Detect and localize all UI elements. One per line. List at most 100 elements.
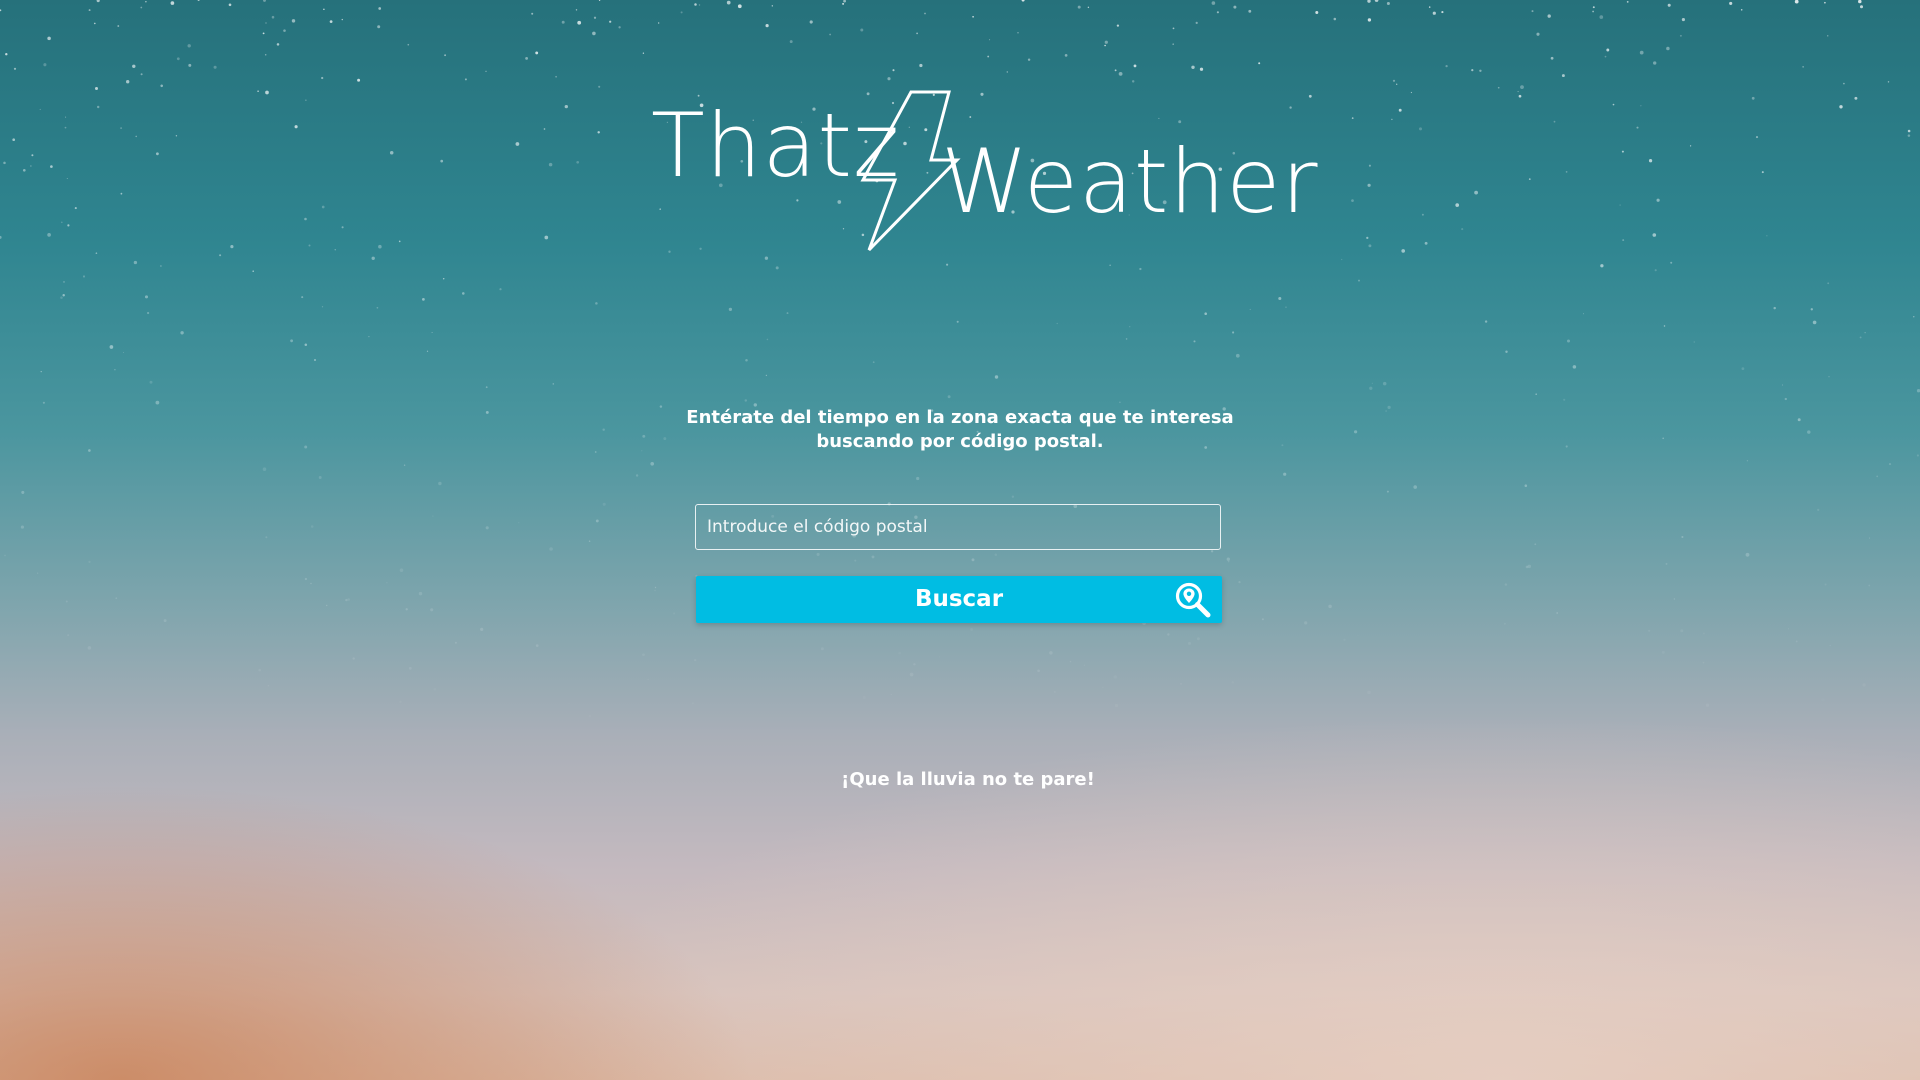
star bbox=[1116, 24, 1120, 27]
star bbox=[1527, 564, 1532, 569]
star bbox=[321, 76, 324, 80]
star bbox=[887, 77, 891, 81]
star bbox=[561, 20, 565, 24]
star bbox=[1011, 495, 1015, 498]
star bbox=[1308, 94, 1312, 98]
star bbox=[1745, 552, 1750, 557]
star bbox=[1916, 454, 1919, 457]
star bbox=[1862, 683, 1866, 687]
star bbox=[1386, 490, 1389, 493]
star bbox=[262, 32, 265, 35]
star bbox=[1231, 680, 1235, 684]
star bbox=[1211, 1, 1216, 5]
star bbox=[228, 3, 232, 7]
star bbox=[1766, 235, 1768, 237]
star bbox=[418, 591, 423, 596]
star bbox=[1353, 430, 1358, 434]
star bbox=[1592, 6, 1595, 9]
star bbox=[3, 161, 6, 165]
star bbox=[308, 244, 311, 247]
star bbox=[1702, 632, 1705, 635]
star bbox=[956, 320, 959, 323]
star bbox=[82, 275, 86, 278]
star bbox=[1864, 332, 1866, 334]
star bbox=[252, 270, 254, 272]
star bbox=[1661, 650, 1665, 654]
star bbox=[1503, 622, 1506, 625]
star bbox=[1196, 637, 1200, 641]
star bbox=[1391, 118, 1393, 121]
star bbox=[555, 75, 557, 78]
star bbox=[1064, 54, 1068, 57]
star bbox=[1367, 0, 1371, 3]
star bbox=[909, 672, 914, 677]
star bbox=[485, 526, 489, 530]
star bbox=[1689, 145, 1692, 147]
star bbox=[1238, 581, 1241, 584]
star bbox=[188, 63, 192, 67]
star bbox=[1441, 11, 1444, 14]
star bbox=[1386, 1, 1390, 6]
star bbox=[1795, 640, 1798, 643]
star bbox=[641, 450, 643, 452]
star bbox=[1304, 621, 1308, 625]
star bbox=[1418, 127, 1423, 131]
star bbox=[1056, 322, 1058, 325]
search-button[interactable]: Buscar bbox=[696, 576, 1222, 623]
star bbox=[1773, 306, 1776, 310]
star bbox=[1187, 641, 1192, 645]
star bbox=[378, 244, 382, 249]
star bbox=[426, 350, 429, 352]
star bbox=[728, 307, 733, 312]
star bbox=[294, 125, 298, 129]
star bbox=[1227, 560, 1230, 563]
star bbox=[1410, 91, 1412, 94]
star bbox=[140, 73, 143, 76]
star bbox=[647, 678, 649, 681]
star bbox=[924, 12, 926, 15]
star bbox=[347, 598, 350, 601]
star bbox=[1351, 117, 1354, 119]
star bbox=[1424, 241, 1428, 245]
star bbox=[890, 693, 892, 696]
star bbox=[854, 559, 857, 562]
star bbox=[265, 90, 269, 95]
star bbox=[1474, 190, 1478, 195]
star bbox=[31, 154, 34, 157]
postal-code-input[interactable] bbox=[695, 504, 1221, 550]
star bbox=[1077, 5, 1081, 9]
star bbox=[180, 331, 184, 335]
star bbox=[65, 600, 68, 603]
star bbox=[1258, 62, 1261, 65]
star bbox=[843, 0, 846, 3]
star bbox=[531, 12, 534, 15]
star bbox=[60, 221, 63, 224]
star bbox=[642, 434, 646, 438]
star bbox=[1751, 96, 1755, 100]
star bbox=[304, 217, 307, 221]
star bbox=[438, 481, 442, 486]
star bbox=[485, 410, 489, 414]
star bbox=[588, 540, 591, 542]
star bbox=[1366, 236, 1369, 240]
star bbox=[230, 245, 234, 249]
star bbox=[1604, 55, 1607, 58]
star bbox=[88, 449, 91, 452]
star bbox=[371, 256, 375, 260]
star bbox=[1432, 11, 1436, 15]
star bbox=[765, 374, 768, 377]
star bbox=[691, 702, 694, 705]
star bbox=[654, 586, 657, 589]
star bbox=[1520, 85, 1524, 89]
star bbox=[1261, 618, 1264, 621]
star bbox=[334, 249, 336, 251]
star bbox=[1368, 244, 1372, 248]
star bbox=[1167, 633, 1170, 636]
star bbox=[994, 553, 998, 557]
star bbox=[842, 2, 845, 5]
star bbox=[1461, 228, 1464, 231]
star bbox=[95, 252, 98, 254]
star bbox=[1125, 338, 1128, 340]
star bbox=[4, 554, 6, 557]
star bbox=[1104, 44, 1106, 47]
